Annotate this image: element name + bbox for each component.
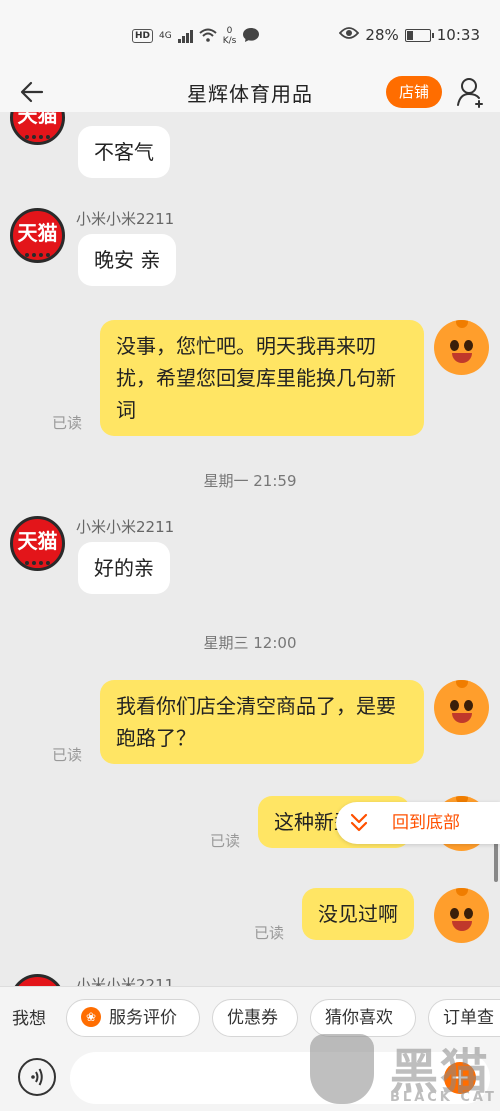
message-bubble-self[interactable]: 我看你们店全清空商品了，是要跑路了？ [100, 680, 424, 764]
user-avatar[interactable] [434, 888, 489, 943]
message-bubble-self[interactable]: 没事，您忙吧。明天我再来叨扰，希望您回复库里能换几句新词 [100, 320, 424, 436]
user-profile-button[interactable] [456, 76, 486, 108]
wifi-icon [199, 28, 217, 45]
chip-label: 优惠券 [227, 1008, 278, 1028]
shop-avatar-label: 天猫 [17, 221, 58, 245]
read-receipt: 已读 [210, 832, 241, 850]
chat-notification-icon [242, 27, 260, 46]
battery-fill [406, 30, 413, 40]
shop-avatar[interactable]: 天猫 [10, 208, 65, 263]
battery-icon [404, 28, 434, 42]
clock: 10:33 [436, 26, 480, 44]
read-receipt: 已读 [254, 924, 285, 942]
scroll-to-bottom-button[interactable]: 回到底部 [336, 802, 500, 844]
message-bubble-shop[interactable]: 晚安 亲 [78, 234, 177, 286]
watermark: 黑猫 BLACK CAT [306, 1028, 500, 1111]
shop-avatar-label: 天猫 [17, 529, 58, 553]
chat-header: 星辉体育用品 店铺 [0, 72, 500, 112]
message-bubble-shop[interactable]: 好的亲 [78, 542, 170, 594]
watermark-en: BLACK CAT [390, 1090, 497, 1105]
service-rating-icon: ❀ [81, 1007, 101, 1027]
chip-coupons[interactable]: 优惠券 [212, 999, 298, 1037]
message-bubble-self[interactable]: 没见过啊 [302, 888, 414, 940]
store-button[interactable]: 店铺 [386, 76, 442, 108]
timestamp: 星期三 12:00 [203, 634, 297, 652]
message-bubble-shop[interactable]: 不客气 [78, 126, 170, 178]
sender-name: 小米小米2211 [76, 976, 175, 986]
battery-percent: 28% [365, 26, 399, 44]
sender-name: 小米小米2211 [76, 518, 175, 536]
chip-label: 订单查 [443, 1008, 494, 1028]
chat-message-list[interactable]: 天猫 不客气 天猫 小米小米2211 晚安 亲 已读 没事，您忙吧。明天我再来叨… [0, 112, 500, 986]
network-speed-value: 0 [226, 26, 233, 36]
shop-avatar[interactable]: 天猫 [10, 112, 65, 145]
scroll-to-bottom-label: 回到底部 [392, 813, 460, 833]
shop-avatar-label: 天猫 [17, 112, 58, 127]
cat-logo-icon [310, 1034, 374, 1104]
read-receipt: 已读 [52, 414, 83, 432]
hd-badge: HD [132, 29, 154, 43]
chevron-double-down-icon [350, 802, 368, 860]
network-speed-unit: K/s [222, 36, 237, 46]
shop-avatar[interactable]: 天猫 [10, 516, 65, 571]
quick-action-title: 我想 [12, 1009, 46, 1029]
user-avatar[interactable] [434, 320, 489, 375]
voice-icon [31, 1068, 43, 1086]
read-receipt: 已读 [52, 746, 83, 764]
chip-label: 猜你喜欢 [325, 1008, 393, 1028]
user-avatar[interactable] [434, 680, 489, 735]
sender-name: 小米小米2211 [76, 210, 175, 228]
voice-button[interactable] [18, 1058, 56, 1096]
signal-icon [177, 29, 193, 43]
status-left: HD 4G 0 K/s [132, 26, 260, 46]
chip-label: 服务评价 [109, 1008, 177, 1028]
eye-icon [339, 26, 360, 44]
network-type: 4G [159, 31, 172, 41]
timestamp: 星期一 21:59 [203, 472, 297, 490]
status-right: 28% 10:33 [339, 26, 480, 44]
user-profile-icon [457, 78, 483, 108]
network-speed: 0 K/s [223, 26, 237, 46]
shop-avatar[interactable]: 天猫 [10, 974, 65, 986]
status-bar: HD 4G 0 K/s 28% 10:33 [0, 0, 500, 72]
chip-service-rating[interactable]: ❀ 服务评价 [66, 999, 200, 1037]
